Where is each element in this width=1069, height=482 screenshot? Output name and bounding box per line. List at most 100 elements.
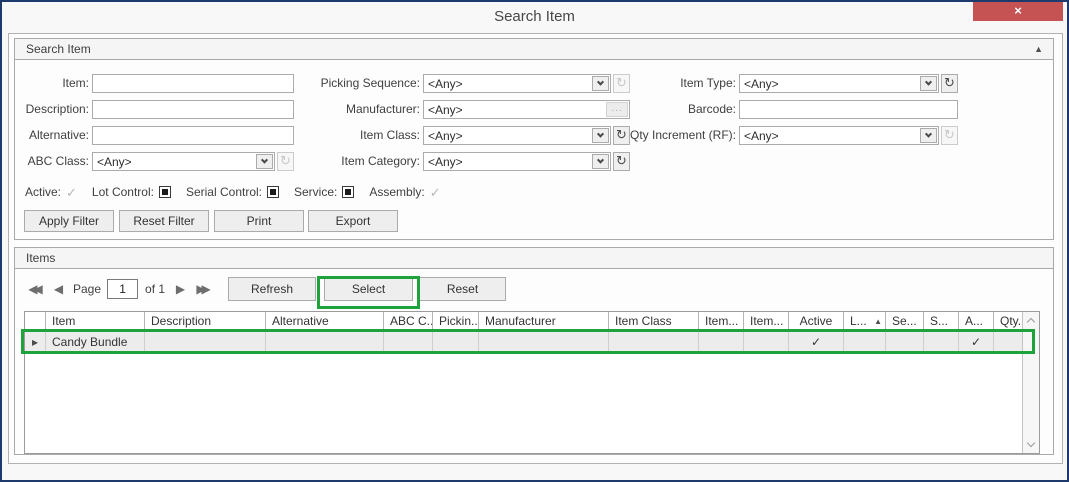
field-alternative-input[interactable] [92, 126, 294, 145]
column-header-label: Item... [750, 314, 784, 328]
column-header-label: S... [930, 314, 949, 328]
column-header-label: Item [52, 314, 76, 328]
checkbox-assembly-label: Assembly: [369, 185, 425, 199]
column-header-item[interactable]: Item... [699, 312, 744, 330]
table-header-row: Item Description Alternative ABC C... Pickin… [25, 312, 1039, 331]
cell-description [145, 331, 266, 353]
field-description [92, 100, 294, 119]
table-row[interactable]: ▸ Candy Bundle ✓ ✓ [25, 331, 1039, 354]
cell-abc-c [384, 331, 433, 353]
column-header-l[interactable]: L... ▲ [844, 312, 886, 330]
column-header-pickin[interactable]: Pickin... [433, 312, 479, 330]
column-header-label: Qty... [1000, 314, 1023, 328]
column-header-s[interactable]: S... [924, 312, 959, 330]
previous-page-button[interactable]: ◀ [47, 282, 70, 296]
close-button[interactable]: × [973, 2, 1063, 21]
checkbox-lot-control: Lot Control: [92, 185, 171, 199]
chevron-down-icon[interactable] [592, 154, 609, 169]
indeterminate-checkbox-icon[interactable] [158, 186, 171, 198]
column-header-description[interactable]: Description [145, 312, 266, 330]
cell-item-class [609, 331, 699, 353]
column-header-item[interactable]: Item [46, 312, 145, 330]
cell-active: ✓ [789, 331, 844, 353]
scroll-up-icon[interactable] [1026, 317, 1036, 327]
chevron-down-icon[interactable] [592, 76, 609, 91]
title-bar: Search Item × [2, 2, 1067, 32]
column-header-item-class[interactable]: Item Class [609, 312, 699, 330]
indeterminate-checkbox-icon[interactable] [342, 186, 355, 198]
field-picking-sequence: <Any> ↻ [423, 74, 630, 93]
cell-a: ✓ [959, 331, 994, 353]
checkbox-serial-control: Serial Control: [186, 185, 279, 199]
cell-se [886, 331, 924, 353]
scroll-down-icon[interactable] [1026, 438, 1036, 448]
next-page-button[interactable]: ▶ [169, 282, 192, 296]
column-header-manufacturer[interactable]: Manufacturer [479, 312, 609, 330]
indeterminate-checkbox-icon[interactable] [267, 186, 279, 198]
items-table: Item Description Alternative ABC C... Pickin… [24, 311, 1040, 454]
field-manufacturer: <Any>... [423, 100, 630, 119]
column-header-label: Manufacturer [485, 314, 556, 328]
checkbox-serial-control-label: Serial Control: [185, 185, 262, 199]
refresh-icon[interactable]: ↻ [941, 74, 958, 93]
page-number-input[interactable] [107, 279, 139, 299]
chevron-down-icon[interactable] [592, 128, 609, 143]
column-header-qty[interactable]: Qty... [994, 312, 1024, 330]
field-abc-class-label: ABC Class: [27, 154, 89, 168]
cell-l [844, 331, 886, 353]
column-header-label: Item Class [615, 314, 672, 328]
close-icon: × [1014, 3, 1022, 18]
column-header-label: Pickin... [439, 314, 479, 328]
first-page-button[interactable]: ◀◀ [24, 282, 47, 296]
sort-asc-icon: ▲ [874, 317, 882, 326]
field-abc-class-combobox[interactable]: <Any> [92, 152, 275, 171]
chevron-down-icon[interactable] [256, 154, 273, 169]
field-alternative [92, 126, 294, 145]
refresh-icon[interactable]: ↻ [613, 152, 630, 171]
chevron-down-icon[interactable] [920, 128, 937, 143]
apply-filter-button[interactable]: Apply Filter [24, 210, 114, 232]
field-item-input[interactable] [92, 74, 294, 93]
field-qty-increment-rf-combobox[interactable]: <Any> [739, 126, 939, 145]
pagination-bar: ◀◀ ◀ Page of 1 ▶ ▶▶ [24, 277, 215, 301]
cell-item: Candy Bundle [46, 331, 145, 353]
search-item-window: Search Item × Search Item ▲ Item: Descrip… [0, 0, 1069, 482]
column-header-item[interactable]: Item... [744, 312, 789, 330]
select-button[interactable]: Select [324, 277, 413, 301]
items-group-title: Items [26, 251, 56, 265]
field-barcode-input[interactable] [739, 100, 958, 119]
cell-item [699, 331, 744, 353]
field-barcode [739, 100, 958, 119]
refresh-button[interactable]: Refresh [228, 277, 316, 301]
print-button[interactable]: Print [214, 210, 304, 232]
reset-filter-button[interactable]: Reset Filter [119, 210, 209, 232]
column-header-a[interactable]: A... [959, 312, 994, 330]
collapse-icon[interactable]: ▲ [1034, 39, 1043, 60]
column-header-label: Se... [892, 314, 917, 328]
column-header-se[interactable]: Se... [886, 312, 924, 330]
refresh-icon: ↻ [941, 126, 958, 145]
cell-s [924, 331, 959, 353]
reset-button[interactable]: Reset [419, 277, 506, 301]
field-item-category: <Any> ↻ [423, 152, 630, 171]
column-header-label: L... [850, 314, 867, 328]
export-button[interactable]: Export [308, 210, 398, 232]
column-header-active[interactable]: Active [789, 312, 844, 330]
field-item-type-combobox[interactable]: <Any> [739, 74, 939, 93]
last-page-button[interactable]: ▶▶ [192, 282, 215, 296]
chevron-down-icon[interactable] [920, 76, 937, 91]
content-panel: Search Item ▲ Item: Description: Alternati… [8, 33, 1063, 464]
field-item-class-label: Item Class: [359, 128, 420, 142]
field-picking-sequence-combobox[interactable]: <Any> [423, 74, 611, 93]
column-header-row-selector[interactable] [25, 312, 46, 330]
field-alternative-label: Alternative: [28, 128, 89, 142]
field-item-category-combobox[interactable]: <Any> [423, 152, 611, 171]
column-header-abc-c[interactable]: ABC C... [384, 312, 433, 330]
field-item-class-combobox[interactable]: <Any> [423, 126, 611, 145]
field-item [92, 74, 294, 93]
column-header-alternative[interactable]: Alternative [266, 312, 384, 330]
checkbox-lot-control-label: Lot Control: [91, 185, 154, 199]
field-description-input[interactable] [92, 100, 294, 119]
field-manufacturer-input[interactable]: <Any>... [423, 100, 630, 119]
vertical-scrollbar[interactable] [1022, 312, 1039, 453]
